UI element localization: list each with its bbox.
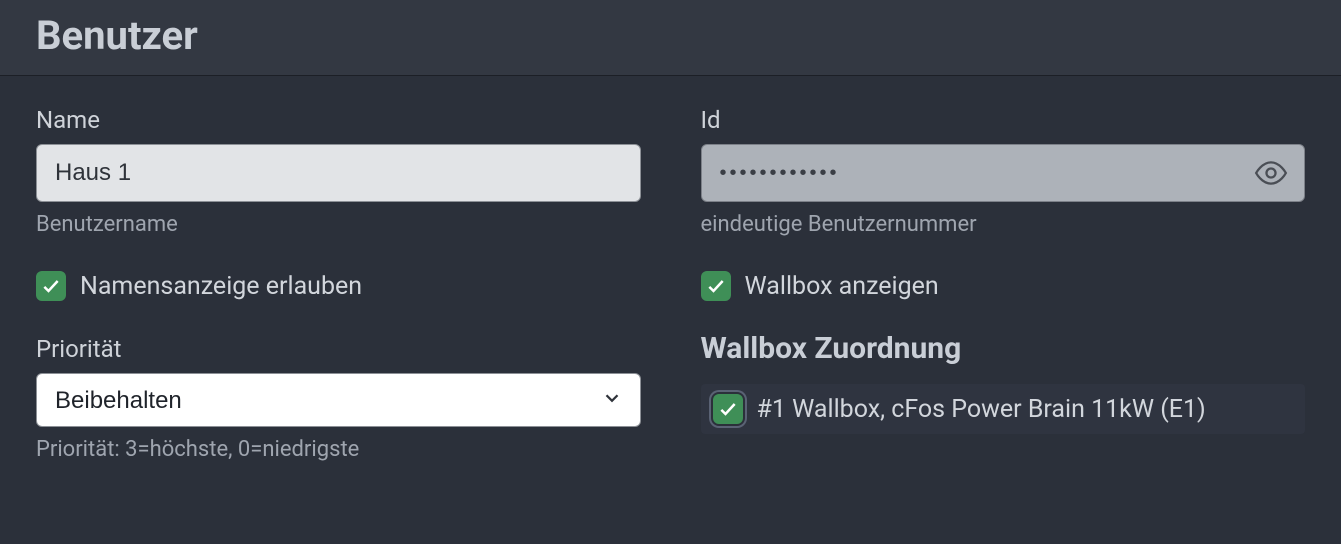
name-input[interactable] xyxy=(36,144,641,202)
show-wallbox-row: Wallbox anzeigen xyxy=(701,271,1306,301)
wallbox-assignment-title: Wallbox Zuordnung xyxy=(701,331,1306,366)
priority-label: Priorität xyxy=(36,335,641,363)
allow-name-display-label: Namensanzeige erlauben xyxy=(80,272,362,301)
check-icon xyxy=(718,399,738,419)
wallbox-item-checkbox[interactable] xyxy=(713,394,743,424)
reveal-password-button[interactable] xyxy=(1251,153,1291,193)
show-wallbox-label: Wallbox anzeigen xyxy=(745,272,939,301)
left-column: Name Benutzername Namensanzeige erlauben… xyxy=(36,106,641,462)
id-input-wrap xyxy=(701,144,1306,202)
show-wallbox-checkbox[interactable] xyxy=(701,271,731,301)
allow-name-display-checkbox[interactable] xyxy=(36,271,66,301)
id-label: Id xyxy=(701,106,1306,134)
priority-select-wrap: Beibehalten xyxy=(36,373,641,427)
check-icon xyxy=(706,276,726,296)
name-label: Name xyxy=(36,106,641,134)
priority-select[interactable]: Beibehalten xyxy=(36,373,641,427)
right-column: Id eindeutige Benutzernummer Wallbox anz… xyxy=(701,106,1306,462)
eye-icon xyxy=(1254,156,1288,190)
page-title: Benutzer xyxy=(36,12,1305,59)
wallbox-item-label: #1 Wallbox, cFos Power Brain 11kW (E1) xyxy=(757,395,1206,424)
check-icon xyxy=(41,276,61,296)
id-input[interactable] xyxy=(701,144,1306,202)
form-content: Name Benutzername Namensanzeige erlauben… xyxy=(0,76,1341,462)
id-helper: eindeutige Benutzernummer xyxy=(701,212,1306,237)
priority-helper: Priorität: 3=höchste, 0=niedrigste xyxy=(36,437,641,462)
name-helper: Benutzername xyxy=(36,212,641,237)
page-header: Benutzer xyxy=(0,0,1341,76)
wallbox-assignment-row: #1 Wallbox, cFos Power Brain 11kW (E1) xyxy=(701,384,1306,434)
allow-name-display-row: Namensanzeige erlauben xyxy=(36,271,641,301)
